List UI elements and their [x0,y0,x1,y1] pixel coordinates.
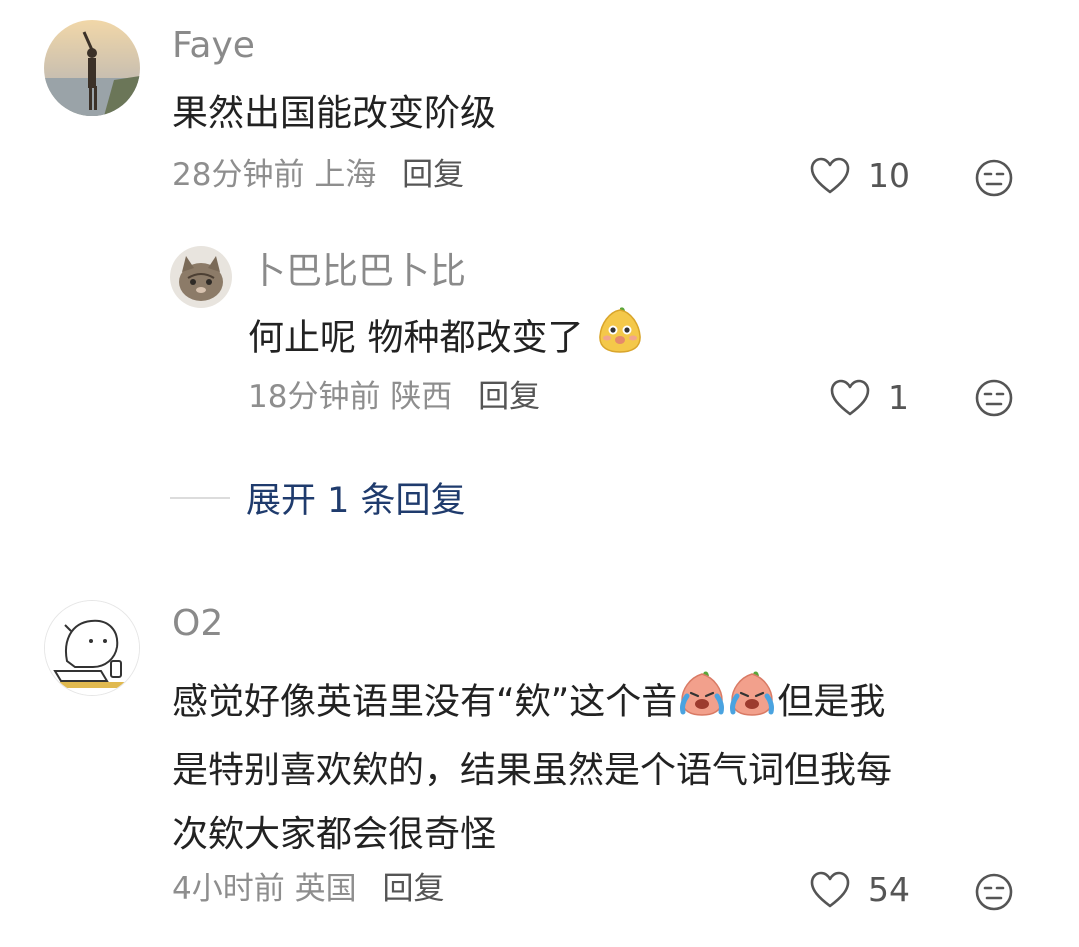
avatar-o2[interactable] [44,600,140,696]
comment-text-line-1: 感觉好像英语里没有“欸”这个音 但是我 [172,668,1052,739]
comment-text: 果然出国能改变阶级 [172,93,497,134]
heart-outline-icon [830,379,870,415]
like-count: 10 [868,156,910,195]
like-button[interactable]: 10 [810,156,910,195]
expand-replies-label[interactable]: 展开 1 条回复 [246,472,466,523]
meh-face-icon [975,873,1013,911]
heart-outline-icon [810,157,850,193]
comment-meta: 28分钟前 上海 回复 [172,160,464,191]
reply-text: 何止呢 物种都改变了 [248,304,645,375]
reply-like-count: 1 [888,378,909,417]
crying-peach-emoji [727,668,777,739]
comment-text-line-3: 次欸大家都会很奇怪 [172,814,497,855]
comment-text-line-2: 是特别喜欢欸的，结果虽然是个语气词但我每 [172,750,893,791]
reply-button[interactable]: 回复 [382,871,444,907]
reply-time: 18分钟前 [248,379,381,415]
comment-time: 28分钟前 [172,157,305,193]
comment-text: 感觉好像英语里没有“欸”这个音 但是我 是特别喜欢欸的，结果虽然是个语气词但我每… [172,668,1052,867]
comment-location: 英国 [294,871,357,907]
comment-meta: 4小时前 英国 回复 [172,874,444,905]
expand-divider [170,496,230,499]
meh-face-icon [975,159,1013,197]
comment-location: 上海 [314,157,377,193]
reply-text-content: 何止呢 物种都改变了 [248,317,584,359]
comment-text-segment: 感觉好像英语里没有“欸”这个音 [172,681,678,723]
reply-meta: 18分钟前 陕西 回复 [248,382,540,413]
comment-username[interactable]: Faye [172,28,255,64]
reply-dislike-button[interactable] [974,378,1014,422]
dislike-button[interactable] [974,158,1014,202]
avatar-reply-user[interactable] [170,246,232,308]
heart-outline-icon [810,871,850,907]
reply-like-button[interactable]: 1 [830,378,909,417]
reply-username[interactable]: 卜巴比巴卜比 [250,254,466,290]
comment-time: 4小时前 [172,871,285,907]
reply-location: 陕西 [390,379,453,415]
reply-reply-button[interactable]: 回复 [478,379,540,415]
crying-peach-emoji [677,668,727,739]
like-count: 54 [868,870,910,909]
meh-face-icon [975,379,1013,417]
like-button[interactable]: 54 [810,870,910,909]
reply-button[interactable]: 回复 [402,157,464,193]
dislike-button[interactable] [974,872,1014,916]
comment-username[interactable]: O2 [172,606,223,642]
expand-replies-button[interactable]: 展开 1 条回复 [170,472,466,523]
yellow-pear-emoji [595,304,645,375]
avatar-faye[interactable] [44,20,140,116]
comment-text-segment: 但是我 [777,681,886,723]
